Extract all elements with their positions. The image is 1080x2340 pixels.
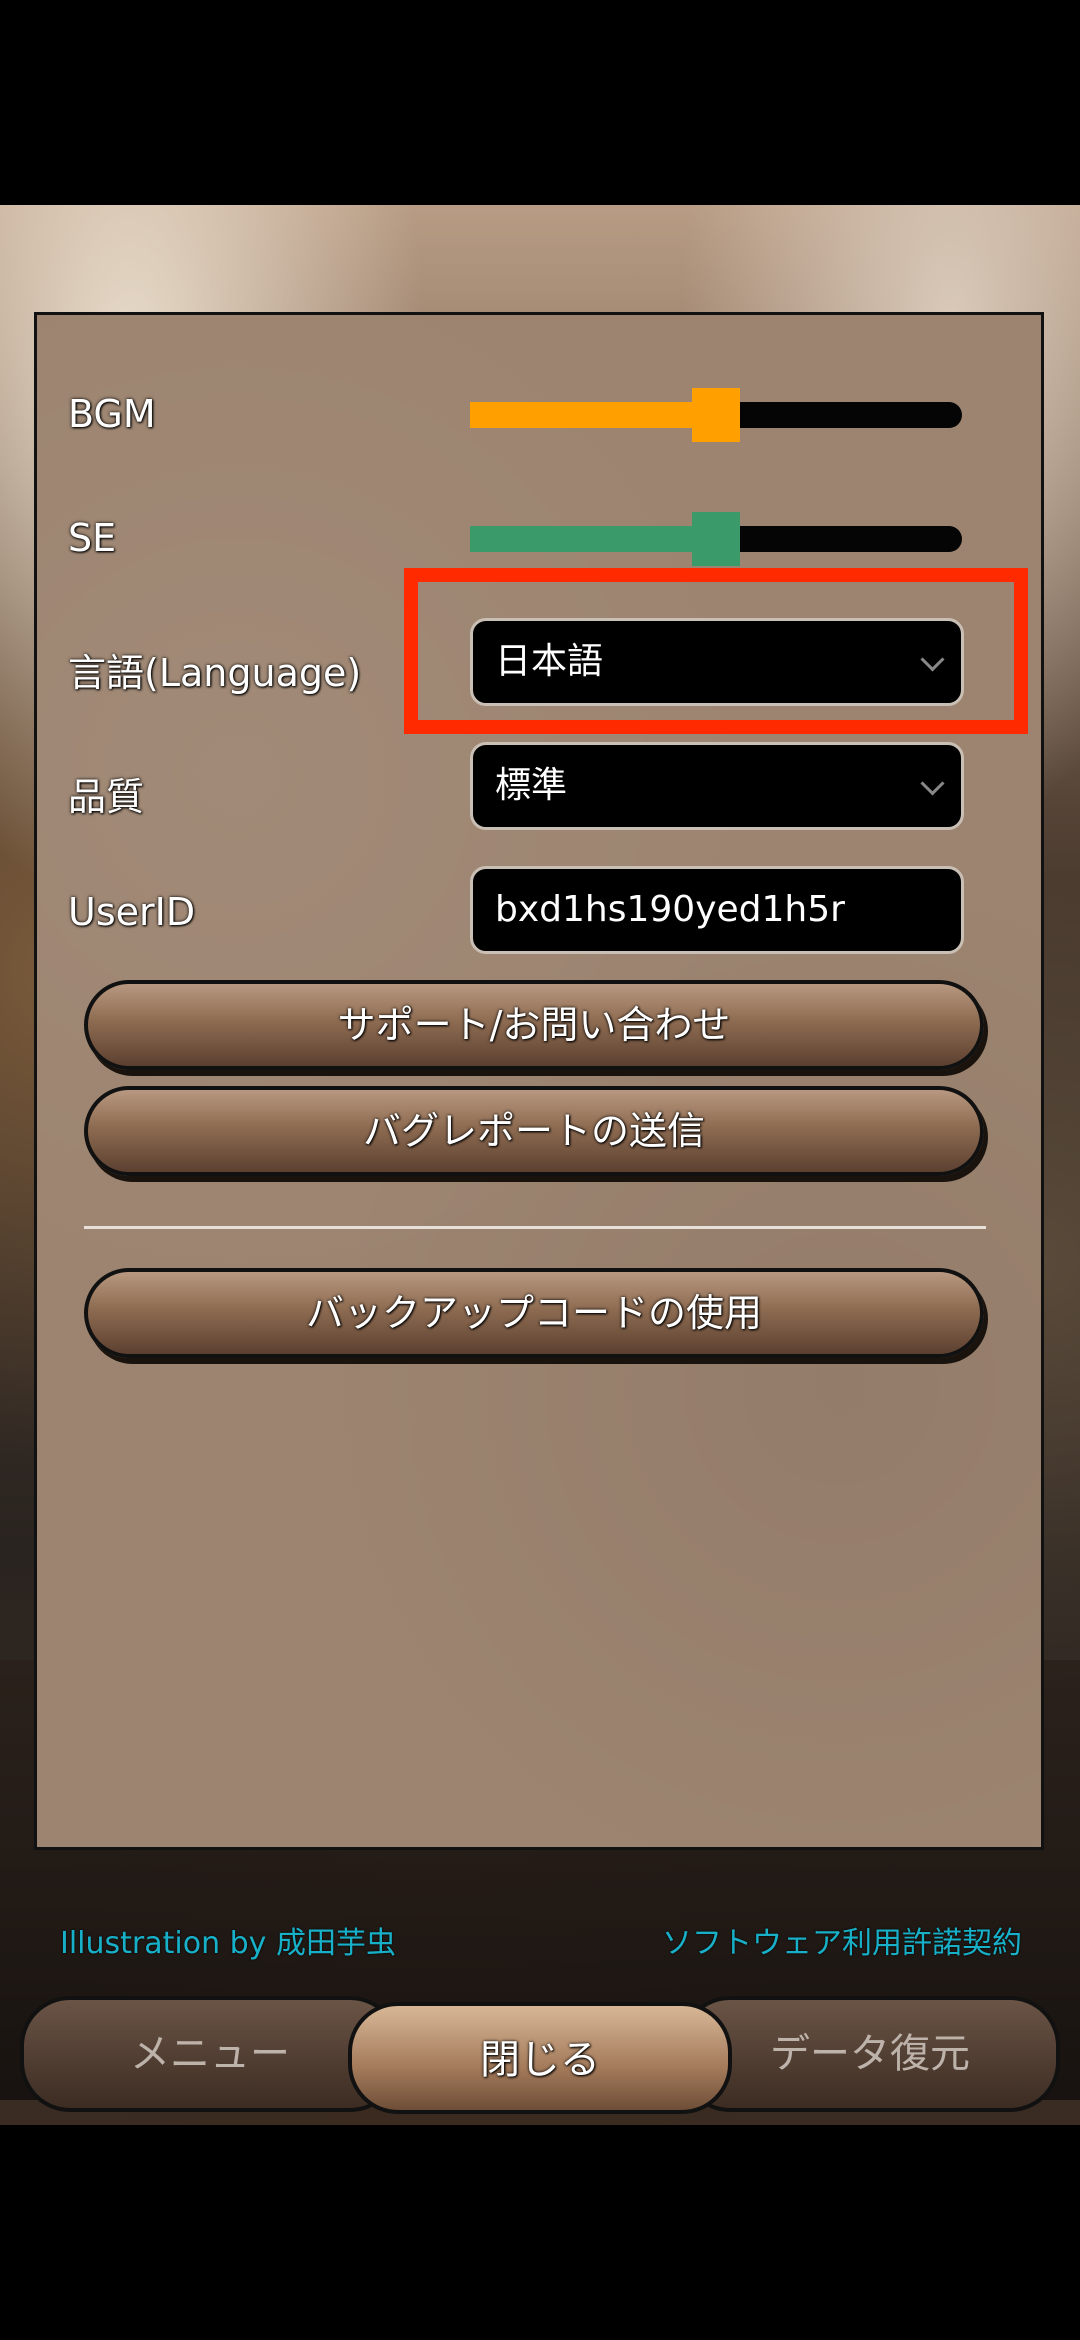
- chevron-down-icon: [920, 771, 945, 796]
- quality-label: 品質: [68, 775, 145, 819]
- highlight-box: [404, 568, 1028, 734]
- se-label: SE: [68, 516, 117, 560]
- tab-menu[interactable]: メニュー: [20, 1996, 400, 2112]
- se-slider[interactable]: [470, 512, 962, 566]
- divider: [84, 1226, 986, 1229]
- bgm-slider[interactable]: [470, 388, 962, 442]
- illustration-credit: Illustration by 成田芋虫: [60, 1926, 396, 1961]
- quality-select[interactable]: 標準: [470, 742, 964, 830]
- se-slider-thumb[interactable]: [692, 512, 740, 566]
- tab-close[interactable]: 閉じる: [348, 2002, 732, 2114]
- tab-data-restore[interactable]: データ復元: [680, 1996, 1060, 2112]
- language-label: 言語(Language): [68, 651, 362, 695]
- support-contact-button[interactable]: サポート/お問い合わせ: [84, 980, 984, 1070]
- bgm-label: BGM: [68, 392, 156, 436]
- se-slider-fill: [470, 526, 716, 552]
- userid-field[interactable]: bxd1hs190yed1h5r: [470, 866, 964, 954]
- license-agreement-link[interactable]: ソフトウェア利用許諾契約: [662, 1918, 1022, 1962]
- userid-value: bxd1hs190yed1h5r: [495, 889, 845, 930]
- bgm-slider-fill: [470, 402, 716, 428]
- bug-report-button[interactable]: バグレポートの送信: [84, 1086, 984, 1176]
- bgm-slider-thumb[interactable]: [692, 388, 740, 442]
- backup-code-button[interactable]: バックアップコードの使用: [84, 1268, 984, 1358]
- quality-select-value: 標準: [495, 765, 568, 806]
- userid-label: UserID: [68, 890, 196, 934]
